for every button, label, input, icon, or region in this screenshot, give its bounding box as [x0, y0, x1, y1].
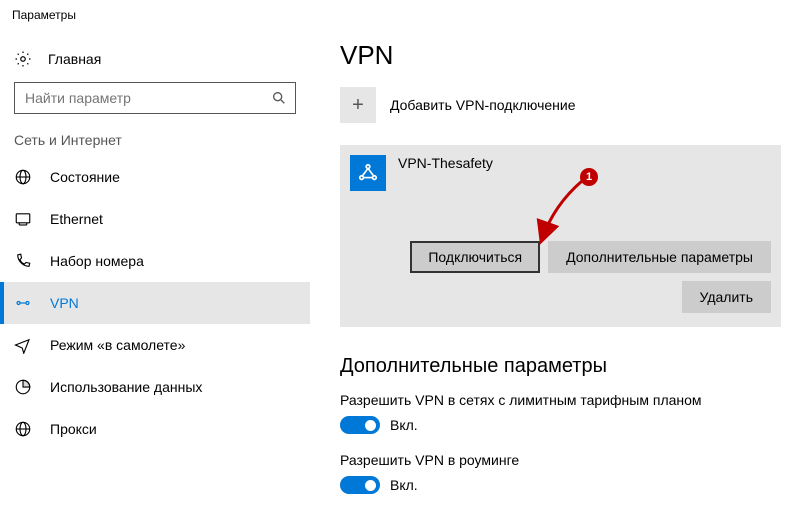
section-label: Сеть и Интернет	[0, 132, 310, 156]
plus-icon: +	[340, 87, 376, 123]
main-pane: VPN + Добавить VPN-подключение VPN-Thesa…	[310, 30, 797, 531]
sidebar-item-vpn[interactable]: VPN	[0, 282, 310, 324]
search-icon	[271, 90, 287, 106]
window-title: Параметры	[0, 0, 797, 30]
sidebar-item-label: Использование данных	[50, 379, 202, 395]
vpn-icon	[14, 294, 34, 312]
sidebar-item-proxy[interactable]: Прокси	[0, 408, 310, 450]
sidebar-item-label: Набор номера	[50, 253, 144, 269]
sidebar-item-label: VPN	[50, 295, 79, 311]
ethernet-icon	[14, 210, 34, 228]
phone-icon	[14, 252, 34, 270]
allow-metered-toggle[interactable]	[340, 416, 380, 434]
sidebar-item-status[interactable]: Состояние	[0, 156, 310, 198]
page-title: VPN	[340, 40, 781, 71]
toggle-state-label: Вкл.	[390, 477, 418, 493]
connection-name: VPN-Thesafety	[398, 155, 493, 171]
globe-icon	[14, 168, 34, 186]
add-vpn-button[interactable]: + Добавить VPN-подключение	[340, 87, 781, 123]
add-vpn-label: Добавить VPN-подключение	[390, 97, 576, 113]
home-link[interactable]: Главная	[0, 42, 310, 82]
connect-button[interactable]: Подключиться	[410, 241, 540, 273]
gear-icon	[14, 50, 34, 68]
allow-roaming-toggle[interactable]	[340, 476, 380, 494]
home-label: Главная	[48, 51, 101, 67]
data-icon	[14, 378, 34, 396]
sidebar-item-label: Режим «в самолете»	[50, 337, 185, 353]
sidebar-item-label: Состояние	[50, 169, 120, 185]
sidebar-item-ethernet[interactable]: Ethernet	[0, 198, 310, 240]
sidebar-item-dialup[interactable]: Набор номера	[0, 240, 310, 282]
delete-button[interactable]: Удалить	[682, 281, 771, 313]
sidebar-item-data-usage[interactable]: Использование данных	[0, 366, 310, 408]
airplane-icon	[14, 336, 34, 354]
sidebar-item-label: Ethernet	[50, 211, 103, 227]
allow-metered-label: Разрешить VPN в сетях с лимитным тарифны…	[340, 392, 781, 408]
vpn-connection-card[interactable]: VPN-Thesafety Подключиться Дополнительны…	[340, 145, 781, 327]
sidebar: Главная Сеть и Интернет Состояние	[0, 30, 310, 531]
search-input[interactable]	[14, 82, 296, 114]
network-icon	[350, 155, 386, 191]
sidebar-item-airplane[interactable]: Режим «в самолете»	[0, 324, 310, 366]
search-field[interactable]	[23, 89, 271, 107]
proxy-icon	[14, 420, 34, 438]
sidebar-item-label: Прокси	[50, 421, 97, 437]
allow-roaming-label: Разрешить VPN в роуминге	[340, 452, 781, 468]
extra-settings-heading: Дополнительные параметры	[340, 355, 781, 378]
advanced-options-button[interactable]: Дополнительные параметры	[548, 241, 771, 273]
toggle-state-label: Вкл.	[390, 417, 418, 433]
